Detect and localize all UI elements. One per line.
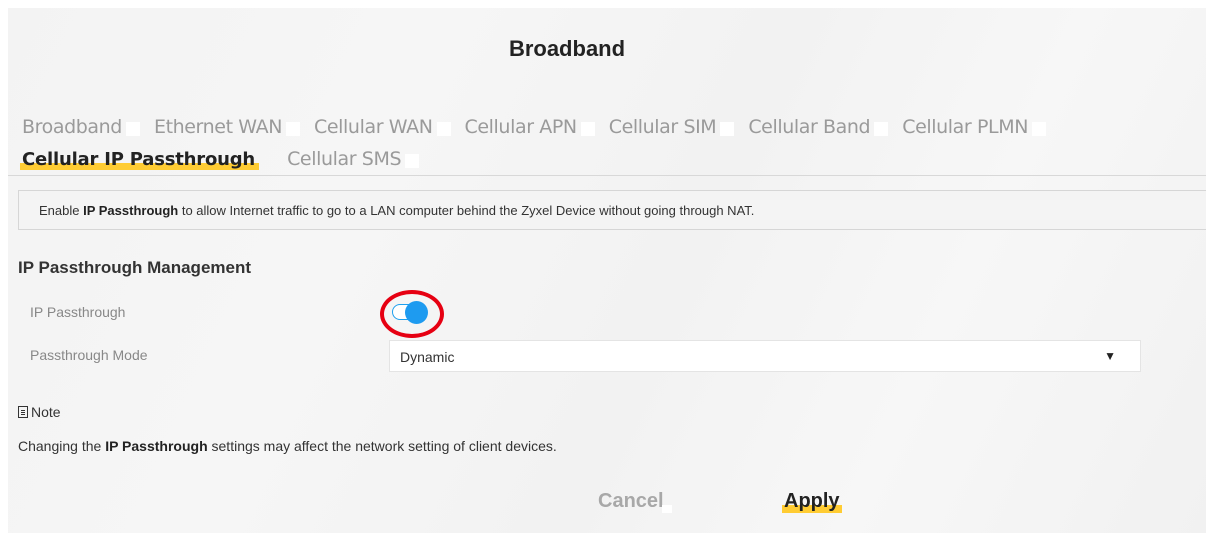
tab-bar-row-2: Cellular IP Passthrough Cellular SMS [20, 148, 431, 170]
passthrough-mode-select[interactable]: Dynamic ▼ [389, 340, 1141, 372]
tab-cellular-wan[interactable]: Cellular WAN [312, 116, 450, 138]
ip-passthrough-label: IP Passthrough [30, 304, 126, 320]
tab-cellular-sim[interactable]: Cellular SIM [607, 116, 734, 138]
tab-cellular-plmn[interactable]: Cellular PLMN [900, 116, 1046, 138]
tab-cellular-sms[interactable]: Cellular SMS [285, 148, 420, 170]
select-value: Dynamic [400, 349, 455, 365]
tab-ethernet-wan[interactable]: Ethernet WAN [152, 116, 301, 138]
caret-down-icon: ▼ [1104, 349, 1116, 363]
cancel-button[interactable]: Cancel [596, 490, 672, 513]
tab-cellular-band[interactable]: Cellular Band [746, 116, 889, 138]
note-heading: Note [18, 404, 61, 420]
tab-divider [8, 175, 1206, 176]
page-title: Broadband [508, 36, 626, 61]
info-banner: Enable IP Passthrough to allow Internet … [18, 190, 1206, 230]
highlight-ring [380, 290, 444, 338]
note-bold: IP Passthrough [105, 438, 208, 454]
apply-button[interactable]: Apply [782, 490, 842, 513]
note-icon [18, 406, 28, 418]
tab-bar: Broadband Ethernet WAN Cellular WAN Cellula… [20, 116, 1058, 138]
note-heading-label: Note [31, 404, 61, 420]
info-suffix: to allow Internet traffic to go to a LAN… [178, 203, 755, 218]
info-text: Enable IP Passthrough to allow Internet … [39, 203, 754, 218]
section-title: IP Passthrough Management [18, 258, 252, 277]
info-bold: IP Passthrough [83, 203, 179, 218]
note-suffix: settings may affect the network setting … [207, 438, 557, 454]
tab-broadband[interactable]: Broadband [20, 116, 140, 138]
note-prefix: Changing the [18, 438, 106, 454]
tab-cellular-apn[interactable]: Cellular APN [463, 116, 595, 138]
passthrough-mode-label: Passthrough Mode [30, 347, 148, 363]
tab-cellular-ip-passthrough[interactable]: Cellular IP Passthrough [20, 149, 260, 170]
info-prefix: Enable [39, 203, 84, 218]
note-text: Changing the IP Passthrough settings may… [18, 438, 557, 454]
